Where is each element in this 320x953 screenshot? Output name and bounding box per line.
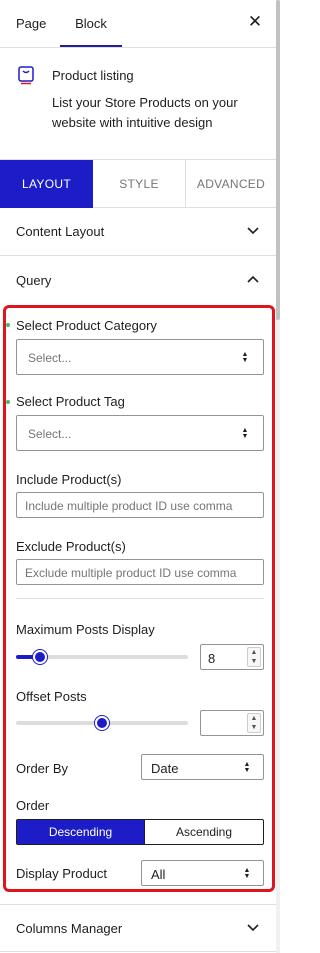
scrollbar[interactable]: [276, 0, 280, 953]
category-select-value: Select...: [28, 351, 72, 365]
order-by-select[interactable]: Date ▲ ▼: [141, 754, 264, 780]
tag-label: Select Product Tag: [16, 394, 125, 409]
close-icon[interactable]: ✕: [246, 13, 264, 31]
tab-page[interactable]: Page: [16, 0, 46, 47]
panel-label: Columns Manager: [16, 921, 123, 936]
block-description: List your Store Products on your website…: [52, 95, 238, 130]
max-posts-label: Maximum Posts Display: [16, 622, 155, 637]
max-posts-value: 8: [208, 651, 216, 666]
block-title: Product listing: [52, 68, 134, 83]
category-label: Select Product Category: [16, 318, 157, 333]
order-by-label: Order By: [16, 761, 69, 776]
max-posts-slider[interactable]: [16, 650, 188, 664]
settings-tabs: LAYOUT STYLE ADVANCED: [0, 159, 276, 208]
tab-advanced[interactable]: ADVANCED: [186, 160, 276, 208]
block-card: Product listing List your Store Products…: [0, 49, 276, 157]
slider-thumb[interactable]: [33, 650, 48, 664]
select-arrows-icon: ▲ ▼: [241, 427, 249, 440]
display-product-select[interactable]: All ▲ ▼: [141, 860, 264, 886]
order-by-value: Date: [151, 761, 179, 776]
status-dot: [6, 323, 10, 327]
slider-thumb[interactable]: [95, 716, 109, 730]
include-products-input[interactable]: Include multiple product ID use comma: [16, 492, 264, 518]
tab-layout[interactable]: LAYOUT: [0, 160, 93, 208]
panel-content-layout[interactable]: Content Layout: [0, 208, 276, 256]
select-arrows-icon: ▲ ▼: [243, 761, 251, 774]
panel-query[interactable]: Query: [0, 257, 276, 305]
display-product-label: Display Product: [16, 866, 108, 881]
offset-slider[interactable]: [16, 716, 188, 730]
order-descending-button[interactable]: Descending: [17, 820, 144, 844]
tag-select[interactable]: Select... ▲ ▼: [16, 415, 264, 451]
exclude-placeholder: Exclude multiple product ID use comma: [25, 566, 237, 580]
include-label: Include Product(s): [16, 472, 122, 487]
include-placeholder: Include multiple product ID use comma: [25, 499, 233, 513]
product-listing-icon: [18, 66, 34, 85]
display-product-value: All: [151, 867, 166, 882]
exclude-products-input[interactable]: Exclude multiple product ID use comma: [16, 559, 264, 585]
category-select[interactable]: Select... ▲ ▼: [16, 339, 264, 375]
chevron-up-icon: [247, 275, 259, 283]
panel-label: Query: [16, 273, 52, 288]
chevron-down-icon: [247, 227, 259, 235]
scrollbar-thumb[interactable]: [276, 0, 280, 320]
order-ascending-button[interactable]: Ascending: [144, 820, 263, 844]
tag-select-value: Select...: [28, 427, 72, 441]
offset-number-input[interactable]: ▲ ▼: [200, 710, 264, 736]
chevron-down-icon: [247, 924, 259, 932]
offset-label: Offset Posts: [16, 689, 87, 704]
spinner-icon[interactable]: ▲ ▼: [247, 647, 261, 667]
spinner-icon[interactable]: ▲ ▼: [247, 713, 261, 733]
select-arrows-icon: ▲ ▼: [241, 351, 249, 364]
tab-style[interactable]: STYLE: [93, 160, 186, 208]
order-label: Order: [16, 798, 50, 813]
panel-columns-manager[interactable]: Columns Manager: [0, 904, 276, 952]
divider: [16, 598, 264, 599]
exclude-label: Exclude Product(s): [16, 539, 126, 554]
order-toggle: Descending Ascending: [16, 819, 264, 845]
sidebar-tabs: Page Block ✕: [0, 0, 280, 48]
max-posts-number-input[interactable]: 8 ▲ ▼: [200, 644, 264, 670]
select-arrows-icon: ▲ ▼: [243, 867, 251, 880]
panel-label: Content Layout: [16, 224, 105, 239]
status-dot: [6, 400, 10, 404]
tab-block[interactable]: Block: [60, 0, 122, 47]
